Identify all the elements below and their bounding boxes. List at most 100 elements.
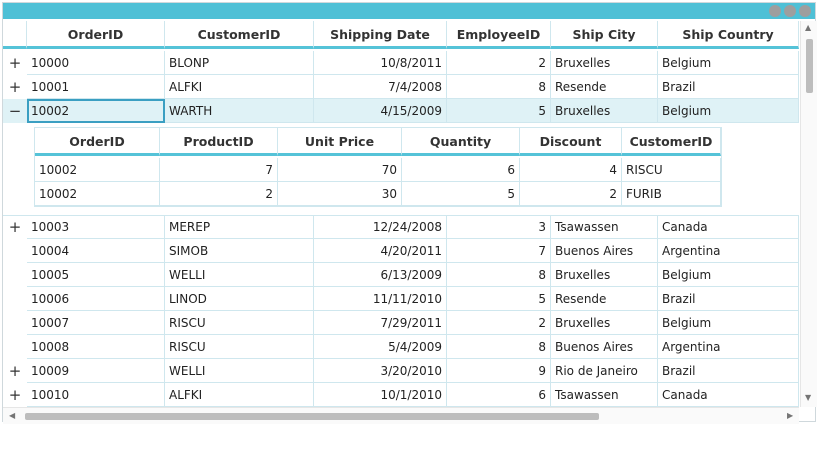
nested-cell-quantity[interactable]: 6 — [402, 158, 520, 182]
nested-header-discount[interactable]: Discount — [520, 128, 622, 156]
scroll-down-arrow-icon[interactable]: ▼ — [805, 393, 811, 402]
header-customerid[interactable]: CustomerID — [165, 21, 314, 49]
expand-icon[interactable]: + — [3, 383, 27, 407]
expand-icon[interactable]: + — [3, 75, 27, 99]
nested-table-row[interactable]: 10002 2 30 5 2 FURIB — [35, 182, 721, 206]
cell-orderid[interactable]: 10008 — [27, 335, 165, 359]
cell-customerid[interactable]: MEREP — [165, 215, 314, 239]
cell-shipping-date[interactable]: 11/11/2010 — [314, 287, 447, 311]
cell-orderid[interactable]: 10004 — [27, 239, 165, 263]
nested-cell-discount[interactable]: 4 — [520, 158, 622, 182]
cell-ship-city[interactable]: Tsawassen — [551, 215, 658, 239]
cell-ship-city[interactable]: Bruxelles — [551, 263, 658, 287]
nested-header-quantity[interactable]: Quantity — [402, 128, 520, 156]
nested-cell-customerid[interactable]: RISCU — [622, 158, 721, 182]
cell-shipping-date[interactable]: 10/8/2011 — [314, 51, 447, 75]
header-orderid[interactable]: OrderID — [27, 21, 165, 49]
cell-ship-country[interactable]: Belgium — [658, 51, 799, 75]
nested-cell-discount[interactable]: 2 — [520, 182, 622, 206]
expand-icon[interactable]: + — [3, 51, 27, 75]
cell-ship-country[interactable]: Belgium — [658, 311, 799, 335]
cell-customerid[interactable]: ALFKI — [165, 383, 314, 407]
cell-customerid[interactable]: LINOD — [165, 287, 314, 311]
cell-ship-city[interactable]: Resende — [551, 287, 658, 311]
cell-orderid[interactable]: 10000 — [27, 51, 165, 75]
cell-employeeid[interactable]: 6 — [447, 383, 551, 407]
table-row[interactable]: 10004 SIMOB 4/20/2011 7 Buenos Aires Arg… — [3, 239, 799, 263]
vertical-scrollbar[interactable]: ▲ ▼ — [800, 21, 817, 407]
table-row[interactable]: + 10000 BLONP 10/8/2011 2 Bruxelles Belg… — [3, 51, 799, 75]
window-button-1[interactable] — [769, 5, 781, 17]
cell-customerid[interactable]: SIMOB — [165, 239, 314, 263]
nested-cell-quantity[interactable]: 5 — [402, 182, 520, 206]
table-row[interactable]: 10008 RISCU 5/4/2009 8 Buenos Aires Arge… — [3, 335, 799, 359]
scroll-left-arrow-icon[interactable]: ◀ — [9, 411, 15, 420]
cell-employeeid[interactable]: 8 — [447, 75, 551, 99]
cell-orderid[interactable]: 10009 — [27, 359, 165, 383]
table-row[interactable]: + 10010 ALFKI 10/1/2010 6 Tsawassen Cana… — [3, 383, 799, 407]
table-row[interactable]: 10006 LINOD 11/11/2010 5 Resende Brazil — [3, 287, 799, 311]
cell-customerid[interactable]: WELLI — [165, 359, 314, 383]
cell-orderid[interactable]: 10006 — [27, 287, 165, 311]
cell-employeeid[interactable]: 5 — [447, 287, 551, 311]
cell-shipping-date[interactable]: 7/29/2011 — [314, 311, 447, 335]
cell-ship-country[interactable]: Argentina — [658, 335, 799, 359]
header-shipping-date[interactable]: Shipping Date — [314, 21, 447, 49]
nested-cell-productid[interactable]: 2 — [160, 182, 278, 206]
cell-ship-city[interactable]: Tsawassen — [551, 383, 658, 407]
cell-ship-country[interactable]: Brazil — [658, 75, 799, 99]
table-row[interactable]: + 10003 MEREP 12/24/2008 3 Tsawassen Can… — [3, 215, 799, 239]
table-row[interactable]: 10005 WELLI 6/13/2009 8 Bruxelles Belgiu… — [3, 263, 799, 287]
expand-icon[interactable]: + — [3, 215, 27, 239]
cell-ship-country[interactable]: Argentina — [658, 239, 799, 263]
cell-ship-country[interactable]: Canada — [658, 215, 799, 239]
cell-ship-city[interactable]: Buenos Aires — [551, 239, 658, 263]
window-button-2[interactable] — [784, 5, 796, 17]
cell-employeeid[interactable]: 8 — [447, 263, 551, 287]
cell-ship-city[interactable]: Resende — [551, 75, 658, 99]
cell-shipping-date[interactable]: 10/1/2010 — [314, 383, 447, 407]
scroll-right-arrow-icon[interactable]: ▶ — [787, 411, 793, 420]
cell-customerid[interactable]: RISCU — [165, 311, 314, 335]
header-employeeid[interactable]: EmployeeID — [447, 21, 551, 49]
cell-shipping-date[interactable]: 4/20/2011 — [314, 239, 447, 263]
cell-shipping-date[interactable]: 6/13/2009 — [314, 263, 447, 287]
scroll-up-arrow-icon[interactable]: ▲ — [805, 23, 811, 32]
header-ship-city[interactable]: Ship City — [551, 21, 658, 49]
cell-ship-city[interactable]: Buenos Aires — [551, 335, 658, 359]
cell-orderid[interactable]: 10007 — [27, 311, 165, 335]
cell-ship-country[interactable]: Brazil — [658, 287, 799, 311]
cell-ship-city[interactable]: Rio de Janeiro — [551, 359, 658, 383]
expand-icon[interactable]: + — [3, 359, 27, 383]
nested-header-customerid[interactable]: CustomerID — [622, 128, 721, 156]
cell-employeeid[interactable]: 9 — [447, 359, 551, 383]
vertical-scroll-thumb[interactable] — [806, 39, 813, 93]
cell-customerid[interactable]: ALFKI — [165, 75, 314, 99]
horizontal-scrollbar[interactable]: ◀ ▶ — [3, 407, 799, 424]
cell-ship-country[interactable]: Belgium — [658, 263, 799, 287]
window-button-3[interactable] — [799, 5, 811, 17]
cell-ship-city[interactable]: Bruxelles — [551, 311, 658, 335]
cell-customerid[interactable]: BLONP — [165, 51, 314, 75]
cell-ship-country[interactable]: Canada — [658, 383, 799, 407]
header-ship-country[interactable]: Ship Country — [658, 21, 799, 49]
cell-employeeid[interactable]: 2 — [447, 311, 551, 335]
cell-employeeid[interactable]: 7 — [447, 239, 551, 263]
cell-employeeid[interactable]: 3 — [447, 215, 551, 239]
nested-header-orderid[interactable]: OrderID — [35, 128, 160, 156]
cell-employeeid[interactable]: 8 — [447, 335, 551, 359]
cell-orderid[interactable]: 10005 — [27, 263, 165, 287]
cell-customerid[interactable]: RISCU — [165, 335, 314, 359]
cell-customerid[interactable]: WELLI — [165, 263, 314, 287]
cell-ship-country[interactable]: Brazil — [658, 359, 799, 383]
table-row[interactable]: 10007 RISCU 7/29/2011 2 Bruxelles Belgiu… — [3, 311, 799, 335]
cell-shipping-date[interactable]: 12/24/2008 — [314, 215, 447, 239]
cell-shipping-date[interactable]: 5/4/2009 — [314, 335, 447, 359]
cell-shipping-date[interactable]: 7/4/2008 — [314, 75, 447, 99]
nested-cell-orderid[interactable]: 10002 — [35, 158, 160, 182]
nested-header-productid[interactable]: ProductID — [160, 128, 278, 156]
table-row[interactable]: + 10009 WELLI 3/20/2010 9 Rio de Janeiro… — [3, 359, 799, 383]
nested-cell-unit-price[interactable]: 70 — [278, 158, 402, 182]
cell-ship-city[interactable]: Bruxelles — [551, 51, 658, 75]
cell-orderid[interactable]: 10010 — [27, 383, 165, 407]
